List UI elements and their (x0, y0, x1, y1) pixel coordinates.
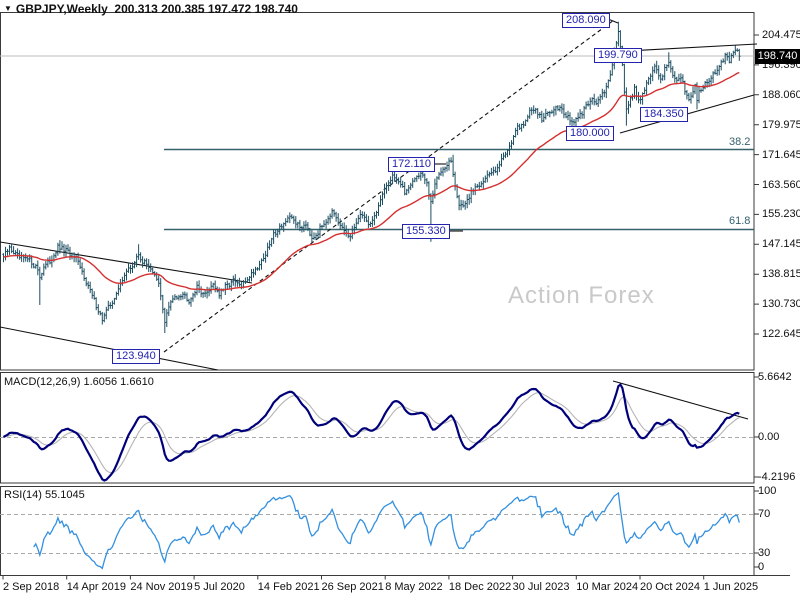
date-axis-label: 18 Dec 2022 (448, 581, 512, 593)
macd-axis-label: 5.6642 (758, 371, 792, 383)
date-axis-label: 24 Nov 2019 (130, 581, 193, 593)
symbol-timeframe: GBPJPY,Weekly (15, 2, 108, 16)
price-axis-label: 204.475 (762, 29, 800, 41)
date-axis-label: 1 Jun 2025 (703, 581, 759, 593)
macd-axis-label: -4.2196 (758, 471, 796, 483)
macd-axis-label: 0.00 (758, 431, 780, 443)
chart-canvas[interactable] (0, 0, 800, 600)
symbol-dropdown-icon[interactable]: ▼ (4, 4, 12, 13)
price-axis-label: 122.645 (762, 328, 800, 340)
chart-window: ▼ GBPJPY,Weekly 200.313 200.385 197.472 1… (0, 0, 800, 600)
fib-level-label: 38.2 (729, 136, 751, 148)
price-axis-label: 188.060 (762, 88, 800, 101)
panel-borders (0, 12, 790, 580)
date-axis-label: 5 Jul 2020 (194, 581, 245, 593)
date-axis-label: 26 Sep 2021 (321, 581, 384, 593)
date-axis-label: 14 Feb 2021 (257, 581, 320, 593)
rsi-line (33, 491, 740, 570)
fib-level-label: 61.8 (729, 215, 751, 227)
price-axis-label: 179.975 (762, 118, 800, 131)
price-level-annotation[interactable]: 123.940 (112, 349, 160, 364)
chart-title: ▼ GBPJPY,Weekly 200.313 200.385 197.472 1… (4, 2, 298, 16)
rsi-indicator-label: RSI(14) 55.1045 (4, 489, 85, 501)
date-axis-label: 2 Sep 2018 (3, 581, 60, 593)
price-level-annotation[interactable]: 199.790 (594, 48, 642, 63)
macd-main-line (2, 382, 740, 482)
price-level-annotation[interactable]: 155.330 (402, 224, 450, 239)
date-axis-label: 10 Mar 2024 (576, 581, 639, 593)
price-level-annotation[interactable]: 172.110 (388, 157, 435, 172)
rsi-axis-label: 70 (758, 508, 771, 520)
rsi-axis-label: 0 (758, 561, 765, 573)
current-price-badge: 198.740 (755, 49, 800, 64)
price-axis-label: 155.230 (762, 208, 800, 221)
price-axis-label: 130.730 (762, 298, 800, 311)
price-axis-label: 163.560 (762, 178, 800, 191)
date-axis-label: 8 May 2022 (385, 581, 443, 593)
price-axis-label: 171.645 (762, 148, 800, 161)
price-axis-label: 138.815 (762, 268, 800, 281)
macd-signal-line (3, 392, 740, 474)
price-axis-label: 147.145 (762, 238, 800, 251)
date-axis-label: 30 Jul 2023 (512, 581, 570, 593)
ohlc-values: 200.313 200.385 197.472 198.740 (114, 2, 298, 16)
price-level-annotation[interactable]: 208.090 (562, 13, 610, 28)
price-level-annotation[interactable]: 180.000 (566, 126, 614, 141)
price-bars[interactable] (2, 21, 741, 333)
rsi-axis-label: 100 (758, 485, 777, 497)
price-level-annotation[interactable]: 184.350 (640, 107, 688, 122)
trendline (0, 326, 219, 371)
date-axis-label: 14 Apr 2019 (66, 581, 127, 593)
rsi-axis-label: 30 (758, 547, 771, 559)
date-axis-label: 20 Oct 2024 (640, 581, 700, 593)
macd-indicator-label: MACD(12,26,9) 1.6056 1.6610 (4, 376, 154, 388)
